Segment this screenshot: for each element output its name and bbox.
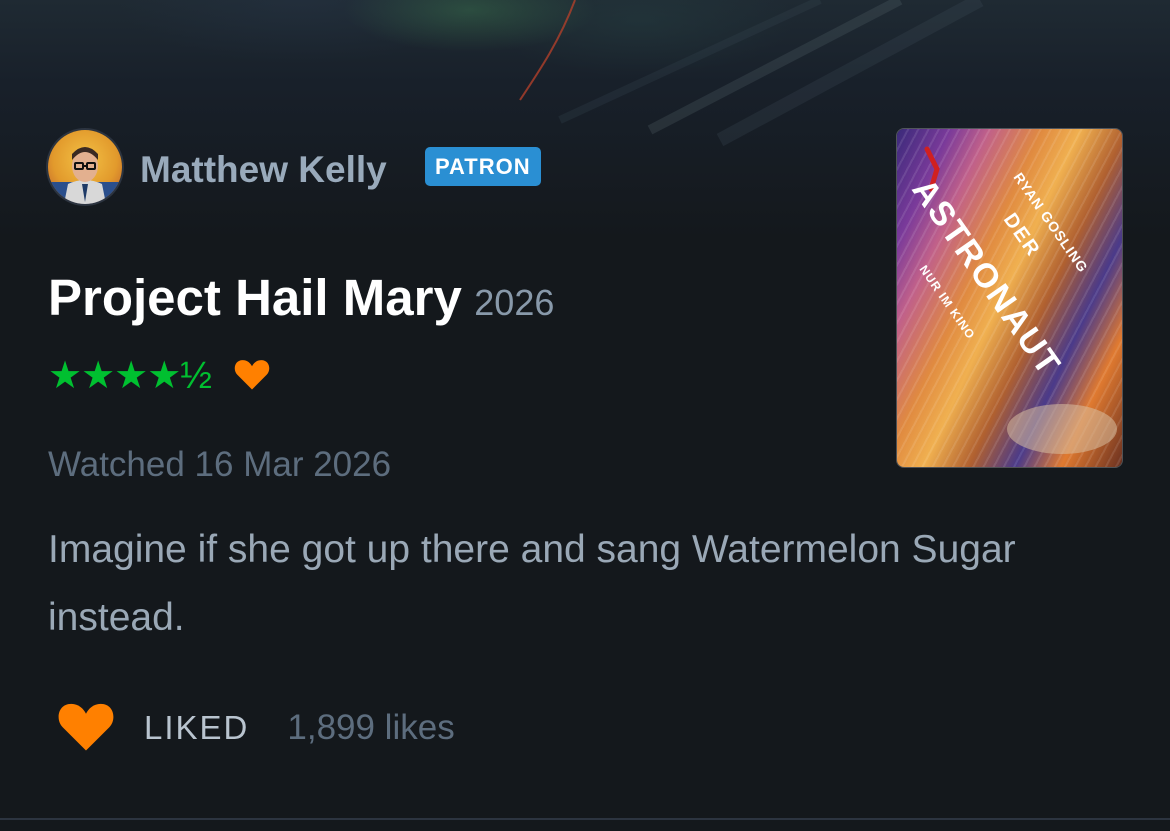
film-title-line: Project Hail Mary 2026 — [48, 268, 554, 327]
review-text: Imagine if she got up there and sang Wat… — [48, 528, 1016, 639]
film-poster[interactable]: RYAN GOSLING DER ASTRONAUT NUR IM KINO — [897, 129, 1122, 467]
star-rating: ★★★★½ — [48, 355, 212, 397]
likes-count[interactable]: 1,899 likes — [287, 708, 454, 748]
heart-icon — [233, 357, 271, 396]
avatar[interactable] — [48, 130, 122, 204]
author-name[interactable]: Matthew Kelly — [140, 148, 387, 192]
divider — [0, 818, 1170, 820]
film-title[interactable]: Project Hail Mary — [48, 269, 462, 326]
review-footer: LIKED 1,899 likes — [56, 700, 455, 756]
rating-row: ★★★★½ — [48, 356, 271, 396]
poster-lettering: RYAN GOSLING DER ASTRONAUT NUR IM KINO — [904, 146, 1117, 454]
patron-badge: PATRON — [425, 147, 541, 186]
watched-date: Watched 16 Mar 2026 — [48, 445, 392, 484]
film-year[interactable]: 2026 — [474, 282, 554, 323]
liked-label[interactable]: LIKED — [144, 709, 249, 747]
like-heart-icon[interactable] — [56, 699, 116, 758]
